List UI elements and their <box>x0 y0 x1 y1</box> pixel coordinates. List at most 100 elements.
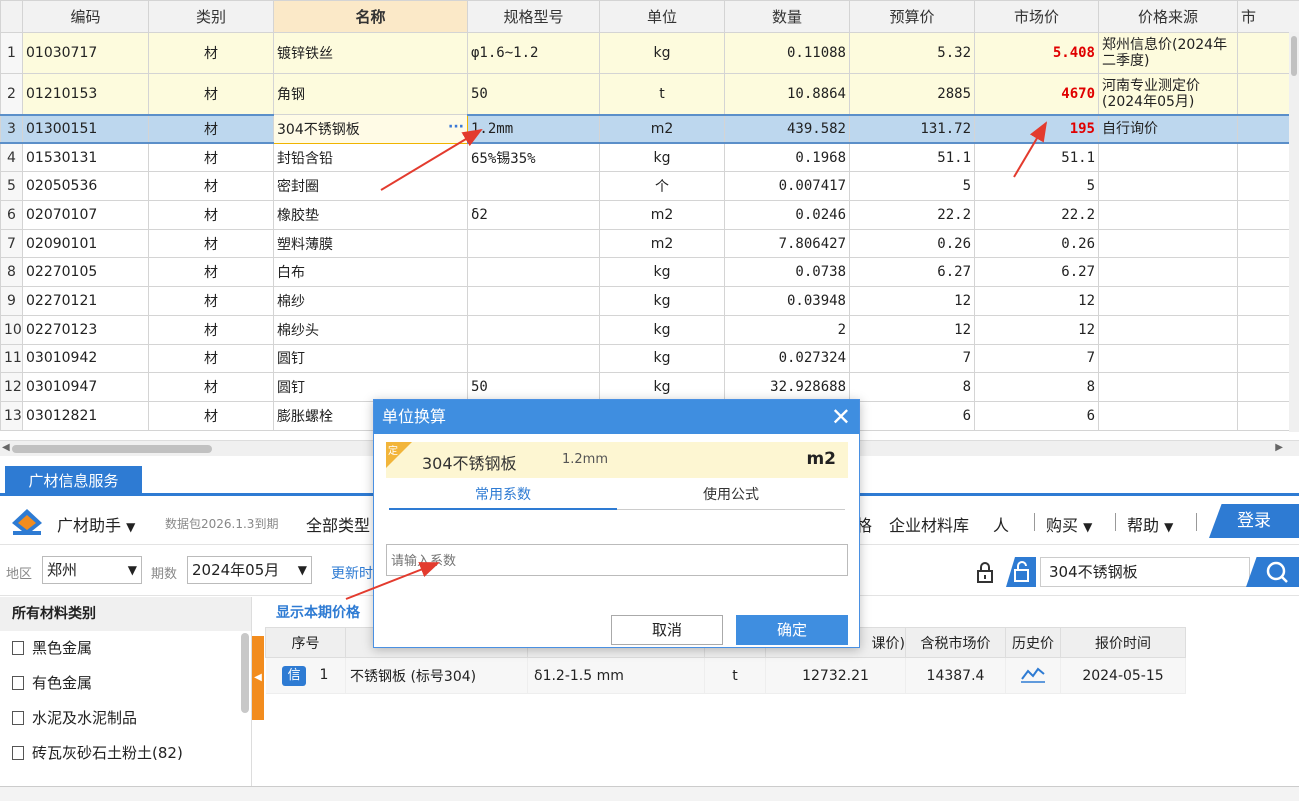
cell-spec[interactable]: 1.2mm <box>467 113 600 145</box>
cell-name[interactable]: 镀锌铁丝 <box>273 32 468 74</box>
update-link[interactable]: 更新时 <box>331 563 373 583</box>
cell-qty[interactable]: 0.0738 <box>724 257 850 288</box>
lock-icon[interactable] <box>974 561 996 583</box>
col-market[interactable]: 市场价 <box>974 0 1099 33</box>
row-number[interactable]: 3 <box>0 113 23 145</box>
row-number[interactable]: 10 <box>0 314 23 345</box>
cell-code[interactable]: 01030717 <box>22 32 149 74</box>
corp-material-lib-menu[interactable]: 企业材料库 <box>889 512 969 536</box>
cell-code[interactable]: 02070107 <box>22 200 149 230</box>
row-number[interactable]: 11 <box>0 343 23 374</box>
result-row[interactable]: 信 1 不锈钢板 (标号304) δ1.2-1.5 mm t 12732.21 … <box>265 657 1186 694</box>
search-button[interactable] <box>1246 557 1299 587</box>
cell-code[interactable]: 03012821 <box>22 400 149 431</box>
buy-menu[interactable]: 购买 ▼ <box>1046 512 1092 536</box>
cell-source[interactable]: 郑州信息价(2024年二季度) <box>1098 32 1238 74</box>
col-type[interactable]: 类别 <box>148 0 274 33</box>
cell-budget[interactable]: 131.72 <box>849 113 975 145</box>
cell-name[interactable]: 圆钉 <box>273 343 468 374</box>
cell-type[interactable]: 材 <box>148 142 274 173</box>
cell-name[interactable]: 角钢 <box>273 73 468 115</box>
row-number[interactable]: 5 <box>0 171 23 202</box>
scroll-right-icon[interactable]: ▶ <box>1275 442 1283 453</box>
cell-budget[interactable]: 12 <box>849 286 975 316</box>
region-select[interactable]: 郑州 ▼ <box>42 556 142 584</box>
cell-qty[interactable]: 439.582 <box>724 113 850 145</box>
cell-name[interactable]: 塑料薄膜 <box>273 228 468 259</box>
person-menu[interactable]: 人 <box>993 512 1009 536</box>
cell-budget[interactable]: 8 <box>849 372 975 402</box>
cell-unit[interactable]: kg <box>599 286 725 316</box>
hscroll-thumb[interactable] <box>12 445 212 453</box>
cell-spec[interactable]: 50 <box>467 73 600 115</box>
cell-market[interactable]: 6.27 <box>974 257 1099 288</box>
cell-type[interactable]: 材 <box>148 113 274 145</box>
cell-unit[interactable]: kg <box>599 314 725 345</box>
tab-common-coefficient[interactable]: 常用系数 <box>389 484 617 510</box>
category-item[interactable]: 水泥及水泥制品 <box>0 701 251 736</box>
cell-code[interactable]: 02090101 <box>22 228 149 259</box>
cell-spec[interactable] <box>467 314 600 345</box>
unlock-button[interactable] <box>1006 557 1036 587</box>
cell-type[interactable]: 材 <box>148 171 274 202</box>
cell-spec[interactable]: φ1.6~1.2 <box>467 32 600 74</box>
row-number[interactable]: 13 <box>0 400 23 431</box>
cell-name[interactable]: 棉纱头 <box>273 314 468 345</box>
cell-qty[interactable]: 0.11088 <box>724 32 850 74</box>
cell-budget[interactable]: 2885 <box>849 73 975 115</box>
cell-code[interactable]: 02270123 <box>22 314 149 345</box>
cell-budget[interactable]: 51.1 <box>849 142 975 173</box>
table-row[interactable]: 2 01210153 材 角钢 50 t 10.8864 2885 4670 河南专业测定价(20… <box>0 73 1299 115</box>
cell-name[interactable]: 白布 <box>273 257 468 288</box>
cell-source[interactable] <box>1098 171 1238 202</box>
cell-type[interactable]: 材 <box>148 228 274 259</box>
cell-name[interactable]: 橡胶垫 <box>273 200 468 230</box>
cell-budget[interactable]: 0.26 <box>849 228 975 259</box>
more-options-icon[interactable]: ··· <box>448 119 464 135</box>
table-row[interactable]: 7 02090101 材 塑料薄膜 m2 7.806427 0.26 0.26 <box>0 228 1299 259</box>
cell-qty[interactable]: 32.928688 <box>724 372 850 402</box>
table-row[interactable]: 10 02270123 材 棉纱头 kg 2 12 12 <box>0 314 1299 345</box>
cell-unit[interactable]: m2 <box>599 113 725 145</box>
cancel-button[interactable]: 取消 <box>611 615 723 645</box>
table-row[interactable]: 11 03010942 材 圆钉 kg 0.027324 7 7 <box>0 343 1299 374</box>
category-item[interactable]: 砖瓦灰砂石土粉土(82) <box>0 736 251 771</box>
cell-type[interactable]: 材 <box>148 314 274 345</box>
cell-code[interactable]: 01530131 <box>22 142 149 173</box>
col-code[interactable]: 编码 <box>22 0 149 33</box>
rh-market[interactable]: 含税市场价 <box>905 627 1006 658</box>
cell-market[interactable]: 0.26 <box>974 228 1099 259</box>
cell-type[interactable]: 材 <box>148 343 274 374</box>
cell-market[interactable]: 51.1 <box>974 142 1099 173</box>
row-number[interactable]: 4 <box>0 142 23 173</box>
cell-code[interactable]: 03010942 <box>22 343 149 374</box>
cell-budget[interactable]: 6 <box>849 400 975 431</box>
cell-source[interactable] <box>1098 286 1238 316</box>
cell-market[interactable]: 7 <box>974 343 1099 374</box>
row-number[interactable]: 7 <box>0 228 23 259</box>
cell-type[interactable]: 材 <box>148 286 274 316</box>
cell-name[interactable]: 304不锈钢板 ··· <box>273 114 468 144</box>
assistant-menu[interactable]: 广材助手 ▼ <box>57 512 135 536</box>
cell-qty[interactable]: 10.8864 <box>724 73 850 115</box>
cell-name[interactable]: 封铅含铅 <box>273 142 468 173</box>
cell-unit[interactable]: kg <box>599 372 725 402</box>
cell-type[interactable]: 材 <box>148 400 274 431</box>
cell-source[interactable] <box>1098 343 1238 374</box>
cell-qty[interactable]: 0.007417 <box>724 171 850 202</box>
cell-source[interactable]: 自行询价 <box>1098 113 1238 145</box>
table-row[interactable]: 12 03010947 材 圆钉 50 kg 32.928688 8 8 <box>0 372 1299 402</box>
cell-budget[interactable]: 12 <box>849 314 975 345</box>
cell-qty[interactable]: 7.806427 <box>724 228 850 259</box>
category-item[interactable]: 有色金属 <box>0 666 251 701</box>
result-history[interactable] <box>1005 657 1061 694</box>
cell-market[interactable]: 5 <box>974 171 1099 202</box>
col-name[interactable]: 名称 <box>273 0 468 33</box>
col-qty[interactable]: 数量 <box>724 0 850 33</box>
cell-qty[interactable]: 0.03948 <box>724 286 850 316</box>
table-row[interactable]: 5 02050536 材 密封圈 个 0.007417 5 5 <box>0 171 1299 202</box>
row-number[interactable]: 2 <box>0 73 23 115</box>
cell-market[interactable]: 22.2 <box>974 200 1099 230</box>
cell-spec[interactable] <box>467 228 600 259</box>
cell-spec[interactable]: 65%锡35% <box>467 142 600 173</box>
